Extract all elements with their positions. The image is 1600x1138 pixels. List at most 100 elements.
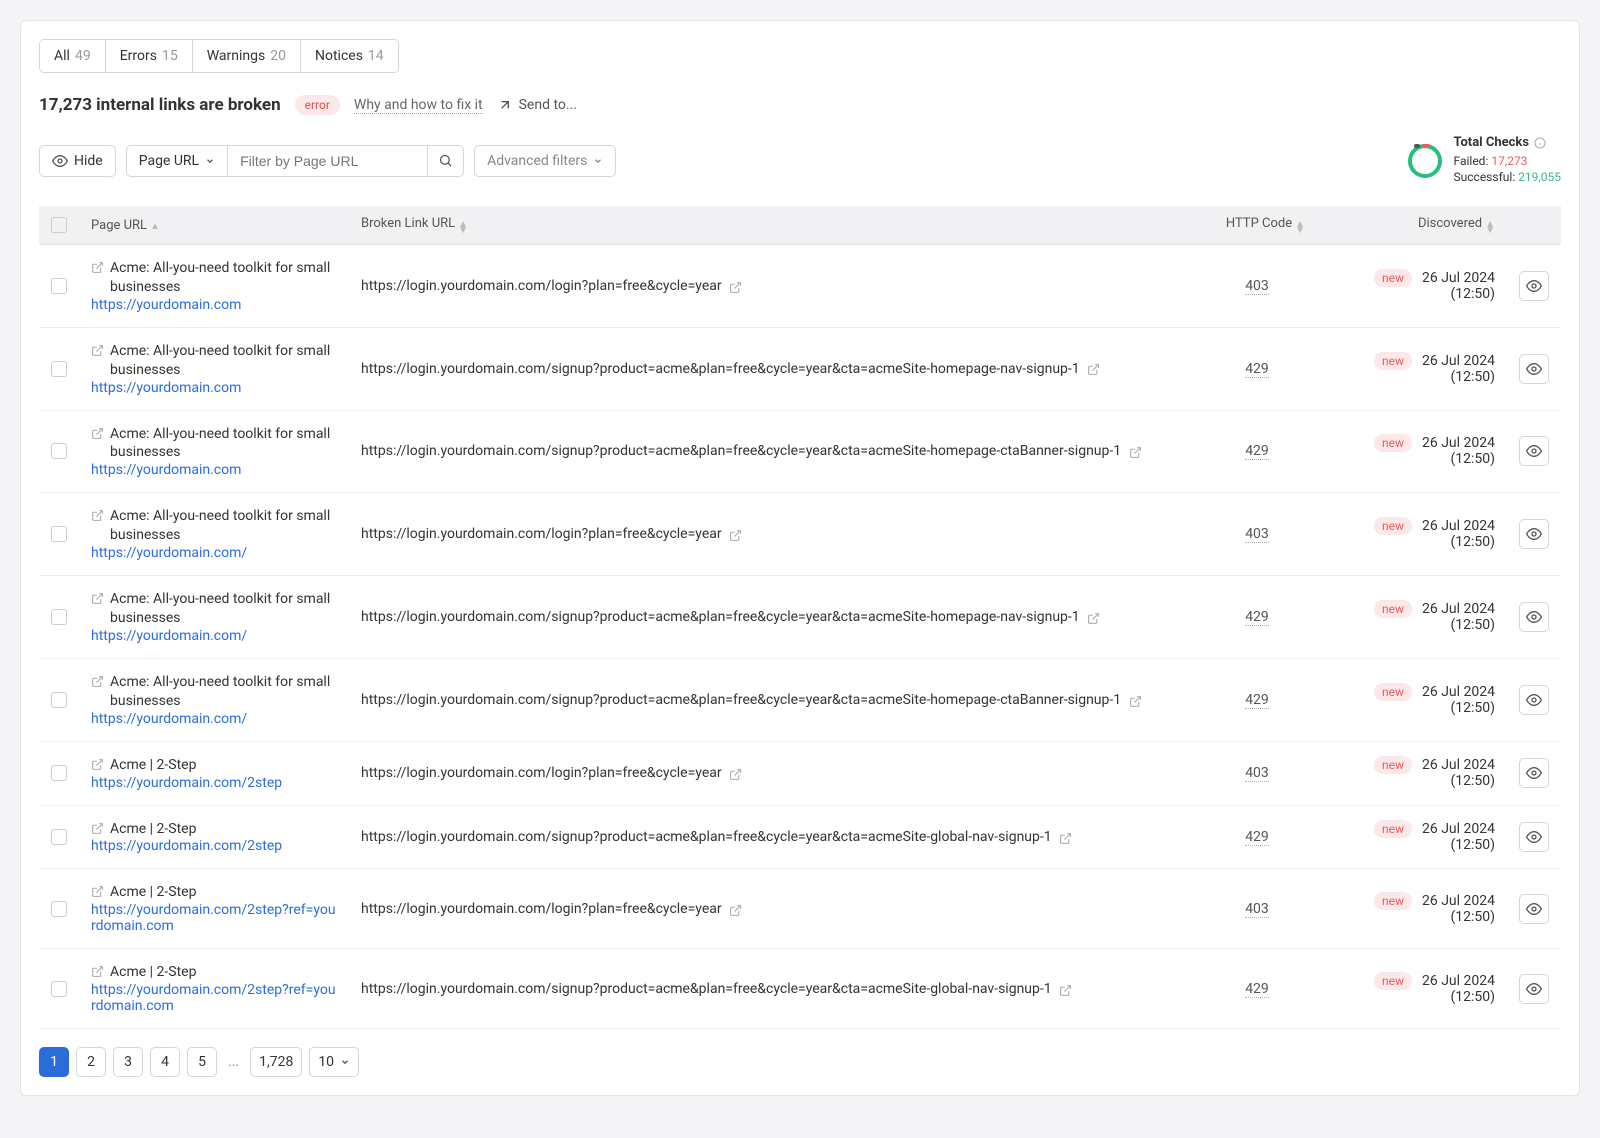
page-url-link[interactable]: https://yourdomain.com/ — [91, 628, 337, 644]
broken-link-url[interactable]: https://login.yourdomain.com/login?plan=… — [361, 765, 722, 781]
discovered-date: 26 Jul 2024 (12:50) — [1422, 757, 1495, 789]
page-url-link[interactable]: https://yourdomain.com — [91, 380, 337, 396]
external-link-icon — [729, 281, 742, 294]
broken-link-url[interactable]: https://login.yourdomain.com/signup?prod… — [361, 981, 1052, 997]
view-button[interactable] — [1519, 685, 1549, 715]
info-icon[interactable] — [1534, 137, 1546, 149]
row-checkbox[interactable] — [51, 901, 67, 917]
hide-button[interactable]: Hide — [39, 145, 116, 177]
external-link-icon — [1129, 695, 1142, 708]
col-http-code[interactable]: HTTP Code▲▼ — [1197, 206, 1317, 245]
http-code[interactable]: 403 — [1245, 901, 1269, 918]
page-last[interactable]: 1,728 — [250, 1047, 302, 1077]
view-button[interactable] — [1519, 271, 1549, 301]
discovered-date: 26 Jul 2024 (12:50) — [1422, 684, 1495, 716]
view-button[interactable] — [1519, 974, 1549, 1004]
page-title[interactable]: Acme: All-you-need toolkit for small bus… — [110, 342, 337, 380]
page-title[interactable]: Acme: All-you-need toolkit for small bus… — [110, 425, 337, 463]
row-checkbox[interactable] — [51, 526, 67, 542]
tab-errors[interactable]: Errors 15 — [106, 40, 193, 72]
col-page-url[interactable]: Page URL▲ — [79, 206, 349, 245]
table-row: Acme | 2-Stephttps://yourdomain.com/2ste… — [39, 805, 1561, 869]
http-code[interactable]: 429 — [1245, 361, 1269, 378]
tab-all[interactable]: All 49 — [40, 40, 106, 72]
page-title[interactable]: Acme: All-you-need toolkit for small bus… — [110, 259, 337, 297]
search-button[interactable] — [428, 145, 464, 177]
discovered-date: 26 Jul 2024 (12:50) — [1422, 601, 1495, 633]
page-title[interactable]: Acme | 2-Step — [110, 883, 196, 902]
view-button[interactable] — [1519, 602, 1549, 632]
http-code[interactable]: 429 — [1245, 829, 1269, 846]
table-row: Acme: All-you-need toolkit for small bus… — [39, 410, 1561, 493]
row-checkbox[interactable] — [51, 278, 67, 294]
http-code[interactable]: 429 — [1245, 692, 1269, 709]
page-url-link[interactable]: https://yourdomain.com/ — [91, 545, 337, 561]
broken-link-url[interactable]: https://login.yourdomain.com/login?plan=… — [361, 278, 722, 294]
select-all-checkbox[interactable] — [51, 217, 67, 233]
http-code[interactable]: 429 — [1245, 981, 1269, 998]
page-url-link[interactable]: https://yourdomain.com/2step — [91, 775, 337, 791]
send-to-button[interactable]: Send to... — [497, 97, 577, 113]
page-2[interactable]: 2 — [76, 1047, 106, 1077]
filter-input[interactable] — [228, 145, 428, 177]
page-1[interactable]: 1 — [39, 1047, 69, 1077]
broken-link-url[interactable]: https://login.yourdomain.com/signup?prod… — [361, 829, 1052, 845]
broken-link-url[interactable]: https://login.yourdomain.com/signup?prod… — [361, 692, 1121, 708]
page-title[interactable]: Acme | 2-Step — [110, 963, 196, 982]
issues-table: Page URL▲ Broken Link URL▲▼ HTTP Code▲▼ … — [39, 206, 1561, 1029]
row-checkbox[interactable] — [51, 692, 67, 708]
http-code[interactable]: 429 — [1245, 609, 1269, 626]
per-page-select[interactable]: 10 — [309, 1047, 359, 1077]
table-row: Acme: All-you-need toolkit for small bus… — [39, 658, 1561, 741]
external-link-icon — [91, 885, 104, 898]
page-url-link[interactable]: https://yourdomain.com — [91, 297, 337, 313]
filter-field-dropdown[interactable]: Page URL — [126, 145, 228, 177]
http-code[interactable]: 429 — [1245, 443, 1269, 460]
page-url-link[interactable]: https://yourdomain.com/2step?ref=yourdom… — [91, 902, 337, 934]
broken-link-url[interactable]: https://login.yourdomain.com/login?plan=… — [361, 901, 722, 917]
row-checkbox[interactable] — [51, 609, 67, 625]
broken-link-url[interactable]: https://login.yourdomain.com/signup?prod… — [361, 361, 1080, 377]
view-button[interactable] — [1519, 436, 1549, 466]
discovered-date: 26 Jul 2024 (12:50) — [1422, 518, 1495, 550]
page-title[interactable]: Acme | 2-Step — [110, 756, 196, 775]
broken-link-url[interactable]: https://login.yourdomain.com/signup?prod… — [361, 609, 1080, 625]
page-3[interactable]: 3 — [113, 1047, 143, 1077]
table-row: Acme: All-you-need toolkit for small bus… — [39, 576, 1561, 659]
page-title[interactable]: Acme | 2-Step — [110, 820, 196, 839]
view-button[interactable] — [1519, 894, 1549, 924]
page-url-link[interactable]: https://yourdomain.com/ — [91, 711, 337, 727]
tab-warnings[interactable]: Warnings 20 — [193, 40, 301, 72]
col-discovered[interactable]: Discovered▲▼ — [1317, 206, 1507, 245]
row-checkbox[interactable] — [51, 765, 67, 781]
view-button[interactable] — [1519, 519, 1549, 549]
view-button[interactable] — [1519, 758, 1549, 788]
page-title[interactable]: Acme: All-you-need toolkit for small bus… — [110, 507, 337, 545]
advanced-filters-button[interactable]: Advanced filters — [474, 145, 616, 177]
page-4[interactable]: 4 — [150, 1047, 180, 1077]
http-code[interactable]: 403 — [1245, 526, 1269, 543]
external-link-icon — [1129, 446, 1142, 459]
page-5[interactable]: 5 — [187, 1047, 217, 1077]
new-badge: new — [1374, 600, 1412, 618]
row-checkbox[interactable] — [51, 361, 67, 377]
page-title[interactable]: Acme: All-you-need toolkit for small bus… — [110, 590, 337, 628]
external-link-icon — [91, 822, 104, 835]
page-title[interactable]: Acme: All-you-need toolkit for small bus… — [110, 673, 337, 711]
page-url-link[interactable]: https://yourdomain.com — [91, 462, 337, 478]
http-code[interactable]: 403 — [1245, 765, 1269, 782]
broken-link-url[interactable]: https://login.yourdomain.com/signup?prod… — [361, 443, 1121, 459]
row-checkbox[interactable] — [51, 981, 67, 997]
view-button[interactable] — [1519, 354, 1549, 384]
page-url-link[interactable]: https://yourdomain.com/2step?ref=yourdom… — [91, 982, 337, 1014]
view-button[interactable] — [1519, 822, 1549, 852]
http-code[interactable]: 403 — [1245, 278, 1269, 295]
broken-link-url[interactable]: https://login.yourdomain.com/login?plan=… — [361, 526, 722, 542]
discovered-date: 26 Jul 2024 (12:50) — [1422, 973, 1495, 1005]
row-checkbox[interactable] — [51, 443, 67, 459]
row-checkbox[interactable] — [51, 829, 67, 845]
page-url-link[interactable]: https://yourdomain.com/2step — [91, 838, 337, 854]
tab-notices[interactable]: Notices 14 — [301, 40, 398, 72]
why-how-link[interactable]: Why and how to fix it — [354, 97, 483, 114]
col-broken-url[interactable]: Broken Link URL▲▼ — [349, 206, 1197, 245]
